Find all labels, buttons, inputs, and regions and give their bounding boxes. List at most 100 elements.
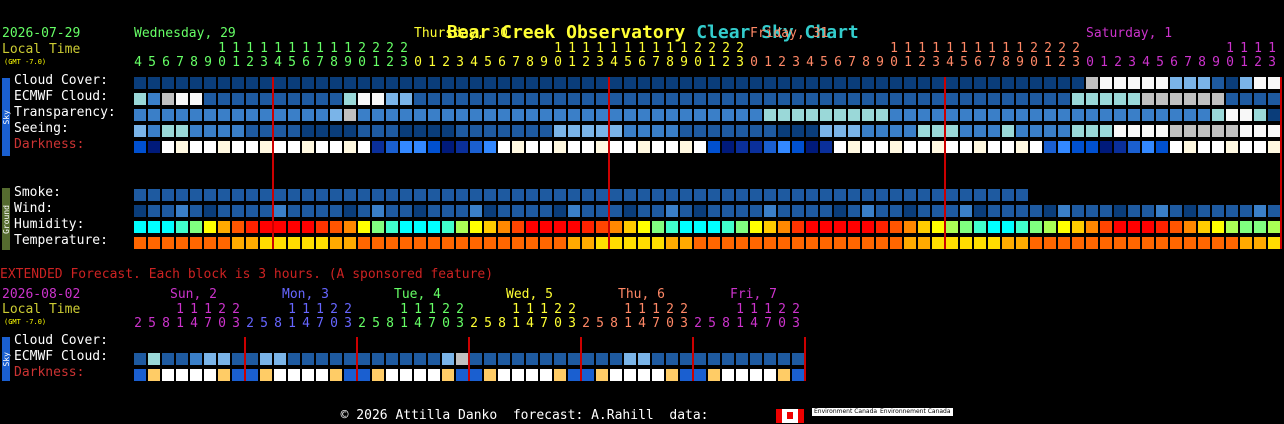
seeing-cell[interactable] [764, 125, 776, 137]
cloud-cover-cell[interactable] [666, 77, 678, 89]
temperature-cell[interactable] [204, 237, 216, 249]
temperature-cell[interactable] [148, 237, 160, 249]
transparency-cell[interactable] [1100, 109, 1112, 121]
wind-cell[interactable] [694, 205, 706, 217]
smoke-cell[interactable] [344, 189, 356, 201]
temperature-cell[interactable] [498, 237, 510, 249]
wind-label[interactable]: Wind: [14, 201, 53, 216]
transparency-cell[interactable] [904, 109, 916, 121]
wind-cell[interactable] [862, 205, 874, 217]
wind-cell[interactable] [330, 205, 342, 217]
humidity-cell[interactable] [498, 221, 510, 233]
cloud-cover-cell[interactable] [946, 77, 958, 89]
humidity-cell[interactable] [834, 221, 846, 233]
wind-cell[interactable] [736, 205, 748, 217]
transparency-cell[interactable] [1170, 109, 1182, 121]
ext-darkness-cell[interactable] [470, 369, 482, 381]
seeing-cell[interactable] [470, 125, 482, 137]
ext-darkness-cell[interactable] [232, 369, 244, 381]
temperature-cell[interactable] [1184, 237, 1196, 249]
cloud-cover-cell[interactable] [1086, 77, 1098, 89]
humidity-cell[interactable] [232, 221, 244, 233]
seeing-cell[interactable] [554, 125, 566, 137]
ext-ecmwf-cell[interactable] [134, 353, 146, 365]
wind-cell[interactable] [792, 205, 804, 217]
humidity-cell[interactable] [1254, 221, 1266, 233]
ext-ecmwf-cell[interactable] [582, 353, 594, 365]
darkness-cell[interactable] [316, 141, 328, 153]
transparency-cell[interactable] [288, 109, 300, 121]
ext-darkness-cell[interactable] [526, 369, 538, 381]
temperature-cell[interactable] [1212, 237, 1224, 249]
humidity-cell[interactable] [974, 221, 986, 233]
smoke-cell[interactable] [1016, 189, 1028, 201]
smoke-cell[interactable] [708, 189, 720, 201]
darkness-cell[interactable] [974, 141, 986, 153]
humidity-cell[interactable] [652, 221, 664, 233]
transparency-cell[interactable] [722, 109, 734, 121]
smoke-cell[interactable] [470, 189, 482, 201]
wind-cell[interactable] [680, 205, 692, 217]
temperature-cell[interactable] [890, 237, 902, 249]
temperature-cell[interactable] [1058, 237, 1070, 249]
humidity-cell[interactable] [890, 221, 902, 233]
ecmwf-cell[interactable] [820, 93, 832, 105]
darkness-cell[interactable] [890, 141, 902, 153]
humidity-cell[interactable] [1100, 221, 1112, 233]
seeing-cell[interactable] [512, 125, 524, 137]
ecmwf-cell[interactable] [1114, 93, 1126, 105]
humidity-cell[interactable] [988, 221, 1000, 233]
darkness-cell[interactable] [526, 141, 538, 153]
wind-cell[interactable] [288, 205, 300, 217]
seeing-cell[interactable] [862, 125, 874, 137]
ecmwf-cell[interactable] [1142, 93, 1154, 105]
darkness-cell[interactable] [708, 141, 720, 153]
wind-cell[interactable] [1086, 205, 1098, 217]
humidity-cell[interactable] [1072, 221, 1084, 233]
wind-cell[interactable] [1170, 205, 1182, 217]
wind-cell[interactable] [708, 205, 720, 217]
cloud-cover-cell[interactable] [1184, 77, 1196, 89]
transparency-cell[interactable] [750, 109, 762, 121]
smoke-cell[interactable] [988, 189, 1000, 201]
seeing-cell[interactable] [834, 125, 846, 137]
darkness-cell[interactable] [358, 141, 370, 153]
smoke-cell[interactable] [484, 189, 496, 201]
cloud-cover-cell[interactable] [1240, 77, 1252, 89]
cloud-cover-cell[interactable] [148, 77, 160, 89]
wind-cell[interactable] [526, 205, 538, 217]
darkness-cell[interactable] [428, 141, 440, 153]
ecmwf-cell[interactable] [204, 93, 216, 105]
seeing-cell[interactable] [708, 125, 720, 137]
humidity-cell[interactable] [540, 221, 552, 233]
wind-cell[interactable] [428, 205, 440, 217]
ecmwf-cell[interactable] [148, 93, 160, 105]
ecmwf-cell[interactable] [1058, 93, 1070, 105]
temperature-cell[interactable] [1226, 237, 1238, 249]
humidity-cell[interactable] [792, 221, 804, 233]
humidity-cell[interactable] [1142, 221, 1154, 233]
ext-darkness-cell[interactable] [274, 369, 286, 381]
ext-ecmwf-cell[interactable] [484, 353, 496, 365]
ecmwf-cell[interactable] [344, 93, 356, 105]
cloud-cover-cell[interactable] [1156, 77, 1168, 89]
temperature-cell[interactable] [414, 237, 426, 249]
transparency-cell[interactable] [736, 109, 748, 121]
cloud-cover-cell[interactable] [876, 77, 888, 89]
transparency-cell[interactable] [778, 109, 790, 121]
darkness-cell[interactable] [1114, 141, 1126, 153]
temperature-cell[interactable] [988, 237, 1000, 249]
seeing-cell[interactable] [442, 125, 454, 137]
smoke-cell[interactable] [414, 189, 426, 201]
smoke-cell[interactable] [316, 189, 328, 201]
humidity-cell[interactable] [526, 221, 538, 233]
seeing-cell[interactable] [288, 125, 300, 137]
ext-ecmwf-cell[interactable] [652, 353, 664, 365]
wind-cell[interactable] [358, 205, 370, 217]
wind-cell[interactable] [540, 205, 552, 217]
transparency-cell[interactable] [974, 109, 986, 121]
seeing-cell[interactable] [652, 125, 664, 137]
humidity-cell[interactable] [680, 221, 692, 233]
humidity-cell[interactable] [218, 221, 230, 233]
seeing-cell[interactable] [904, 125, 916, 137]
